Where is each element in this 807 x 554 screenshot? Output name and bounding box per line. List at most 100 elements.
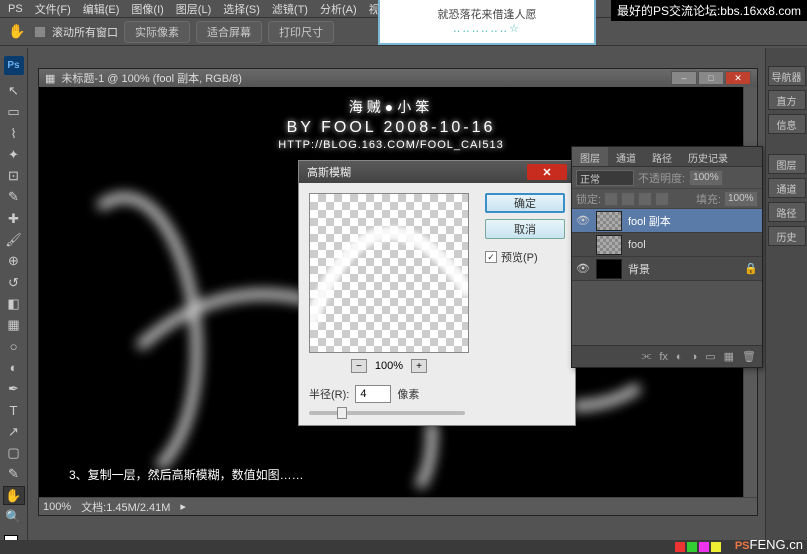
toolbox: Ps ↖ ▭ ⌇ ✦ ⊡ ✎ ✚ 🖌 ⊕ ↺ ◧ ▦ ○ ◐ ✒ T ↗ ▢ ✎… — [0, 48, 28, 554]
marquee-tool-icon[interactable]: ▭ — [3, 103, 25, 122]
preview-checkbox-row[interactable]: ✓ 预览(P) — [485, 249, 565, 265]
mask-icon[interactable]: ◐ — [676, 351, 683, 363]
color-boxes — [675, 542, 721, 552]
cancel-button[interactable]: 取消 — [485, 219, 565, 239]
document-titlebar[interactable]: ▦ 未标题-1 @ 100% (fool 副本, RGB/8) – □ ✕ — [39, 69, 757, 87]
brand-watermark: PSFENG.cn — [735, 537, 803, 552]
menu-select[interactable]: 选择(S) — [219, 0, 264, 18]
lock-pixels-icon[interactable] — [621, 192, 635, 206]
radius-slider[interactable] — [309, 411, 465, 415]
layer-tab[interactable]: 图层 — [768, 154, 806, 174]
actual-pixels-button[interactable]: 实际像素 — [124, 21, 190, 43]
minimize-button[interactable]: – — [671, 71, 697, 85]
link-icon[interactable]: ⫘ — [641, 350, 651, 363]
adjustment-icon[interactable]: ◑ — [691, 351, 698, 363]
doc-icon: ▦ — [45, 72, 55, 85]
blend-mode-select[interactable]: 正常 — [576, 170, 634, 186]
lock-icon: 🔒 — [744, 262, 758, 275]
menu-filter[interactable]: 滤镜(T) — [268, 0, 312, 18]
tab-channels[interactable]: 通道 — [608, 147, 644, 166]
pen-tool-icon[interactable]: ✒ — [3, 379, 25, 398]
brush-tool-icon[interactable]: 🖌 — [3, 230, 25, 249]
radius-label: 半径(R): — [309, 386, 349, 402]
eraser-tool-icon[interactable]: ◧ — [3, 294, 25, 313]
gradient-tool-icon[interactable]: ▦ — [3, 316, 25, 335]
fit-screen-button[interactable]: 适合屏幕 — [196, 21, 262, 43]
opacity-input[interactable]: 100% — [689, 170, 723, 186]
zoom-tool-icon[interactable]: 🔍 — [3, 507, 25, 526]
menu-layer[interactable]: 图层(L) — [172, 0, 215, 18]
status-arrow-icon[interactable]: ▸ — [180, 500, 186, 513]
history-tab[interactable]: 历史 — [768, 226, 806, 246]
layer-row[interactable]: 👁 fool 副本 — [572, 209, 762, 233]
navigator-tab[interactable]: 导航器 — [768, 66, 806, 86]
path-tool-icon[interactable]: ↗ — [3, 422, 25, 441]
type-tool-icon[interactable]: T — [3, 401, 25, 420]
notes-tool-icon[interactable]: ✎ — [3, 465, 25, 484]
trash-icon[interactable]: 🗑 — [742, 350, 756, 363]
tab-history[interactable]: 历史记录 — [680, 147, 736, 166]
stamp-tool-icon[interactable]: ⊕ — [3, 252, 25, 271]
slider-thumb[interactable] — [337, 407, 347, 419]
wand-tool-icon[interactable]: ✦ — [3, 145, 25, 164]
histogram-tab[interactable]: 直方 — [768, 90, 806, 110]
layer-thumbnail[interactable] — [596, 235, 622, 255]
layer-thumbnail[interactable] — [596, 259, 622, 279]
path-tab[interactable]: 路径 — [768, 202, 806, 222]
visibility-icon[interactable] — [576, 238, 590, 252]
tab-layers[interactable]: 图层 — [572, 147, 608, 166]
tab-paths[interactable]: 路径 — [644, 147, 680, 166]
close-button[interactable]: ✕ — [725, 71, 751, 85]
zoom-level[interactable]: 100% — [43, 501, 71, 513]
layer-name[interactable]: fool — [628, 239, 646, 251]
visibility-icon[interactable]: 👁 — [576, 262, 590, 276]
layers-panel: 图层 通道 路径 历史记录 正常 不透明度: 100% 锁定: 填充: 100%… — [571, 146, 763, 368]
fill-input[interactable]: 100% — [724, 191, 758, 207]
dodge-tool-icon[interactable]: ◐ — [3, 358, 25, 377]
popup-text: 就恐落花来借逢人愿 — [380, 6, 594, 22]
dialog-close-button[interactable]: ✕ — [527, 164, 567, 180]
move-tool-icon[interactable]: ↖ — [3, 81, 25, 100]
blur-tool-icon[interactable]: ○ — [3, 337, 25, 356]
document-title: 未标题-1 @ 100% (fool 副本, RGB/8) — [61, 70, 242, 86]
shape-tool-icon[interactable]: ▢ — [3, 443, 25, 462]
opacity-label: 不透明度: — [638, 170, 685, 186]
ok-button[interactable]: 确定 — [485, 193, 565, 213]
info-tab[interactable]: 信息 — [768, 114, 806, 134]
fx-icon[interactable]: fx — [659, 351, 668, 363]
menu-image[interactable]: 图像(I) — [127, 0, 167, 18]
zoom-in-button[interactable]: + — [411, 359, 427, 373]
new-layer-icon[interactable]: ▦ — [724, 350, 734, 363]
zoom-out-button[interactable]: − — [351, 359, 367, 373]
visibility-icon[interactable]: 👁 — [576, 214, 590, 228]
crop-tool-icon[interactable]: ⊡ — [3, 166, 25, 185]
preview-area[interactable] — [309, 193, 469, 353]
dialog-titlebar[interactable]: 高斯模糊 ✕ — [299, 161, 575, 183]
lock-position-icon[interactable] — [638, 192, 652, 206]
eyedropper-tool-icon[interactable]: ✎ — [3, 188, 25, 207]
radius-input[interactable] — [355, 385, 391, 403]
hand-tool-icon[interactable]: ✋ — [6, 23, 28, 41]
print-size-button[interactable]: 打印尺寸 — [268, 21, 334, 43]
menu-ps[interactable]: PS — [4, 2, 27, 16]
folder-icon[interactable]: ▭ — [705, 350, 715, 363]
layer-thumbnail[interactable] — [596, 211, 622, 231]
menu-analysis[interactable]: 分析(A) — [316, 0, 361, 18]
hand-tool-icon[interactable]: ✋ — [3, 486, 25, 505]
channel-tab[interactable]: 通道 — [768, 178, 806, 198]
gaussian-blur-dialog: 高斯模糊 ✕ − 100% + 半径(R): 像素 确定 取消 ✓ 预览(P) — [298, 160, 576, 426]
preview-checkbox[interactable]: ✓ — [485, 251, 497, 263]
scroll-checkbox[interactable] — [34, 26, 46, 38]
layer-name[interactable]: fool 副本 — [628, 213, 671, 229]
menu-file[interactable]: 文件(F) — [31, 0, 75, 18]
layer-name[interactable]: 背景 — [628, 261, 650, 277]
heal-tool-icon[interactable]: ✚ — [3, 209, 25, 228]
lasso-tool-icon[interactable]: ⌇ — [3, 124, 25, 143]
layer-row[interactable]: fool — [572, 233, 762, 257]
menu-edit[interactable]: 编辑(E) — [79, 0, 124, 18]
lock-all-icon[interactable] — [655, 192, 669, 206]
layer-row[interactable]: 👁 背景 🔒 — [572, 257, 762, 281]
lock-transparency-icon[interactable] — [604, 192, 618, 206]
history-brush-tool-icon[interactable]: ↺ — [3, 273, 25, 292]
maximize-button[interactable]: □ — [698, 71, 724, 85]
